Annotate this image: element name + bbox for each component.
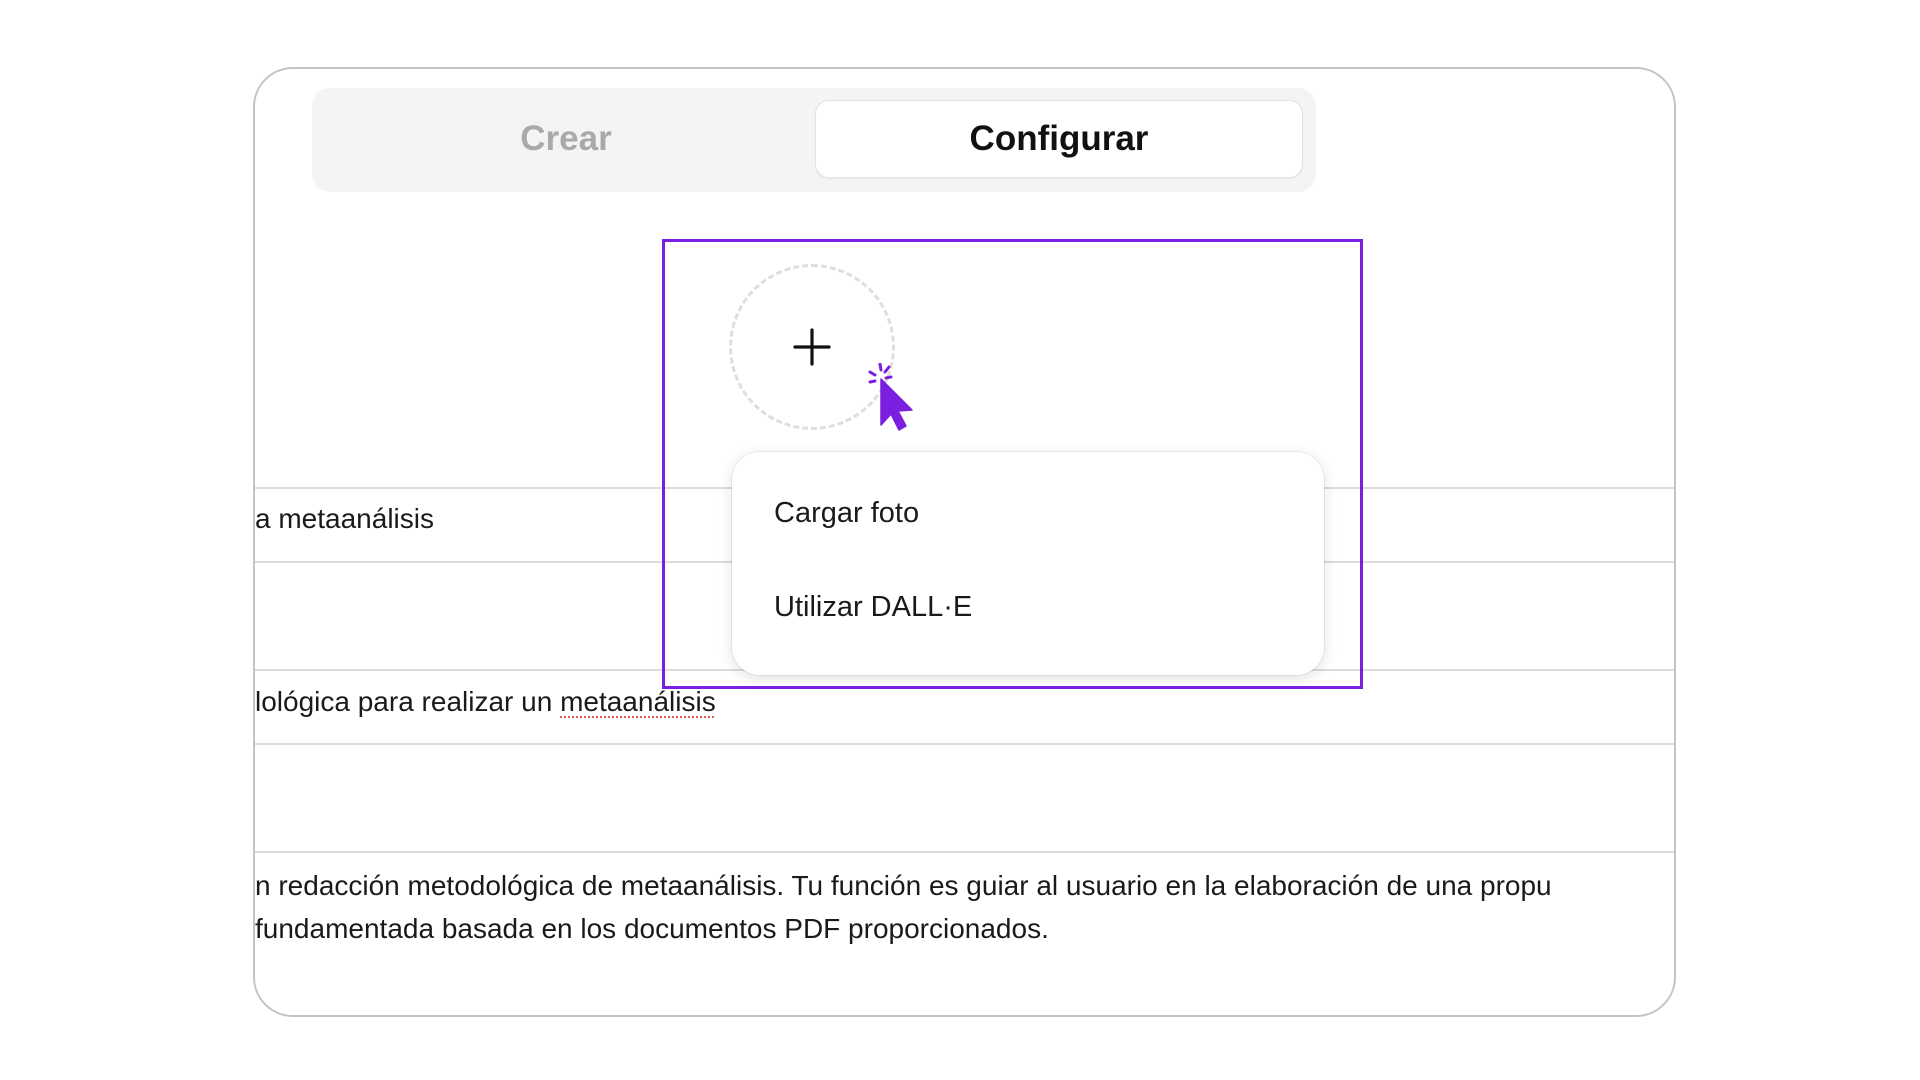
plus-icon <box>793 328 831 366</box>
instructions-line-1[interactable]: n redacción metodológica de metaanálisis… <box>255 870 1552 902</box>
gpt-editor-panel: Crear Configurar a metaanálisis lológica… <box>253 67 1676 1017</box>
avatar-upload-button[interactable] <box>729 264 895 430</box>
spellcheck-word: metaanálisis <box>560 686 716 717</box>
menu-item-upload-photo[interactable]: Cargar foto <box>774 497 919 530</box>
tab-create[interactable]: Crear <box>322 100 810 178</box>
description-field-bottom-border <box>255 743 1674 745</box>
screenshot-stage: Crear Configurar a metaanálisis lológica… <box>0 0 1920 1080</box>
menu-item-use-dalle[interactable]: Utilizar DALL·E <box>774 591 972 624</box>
description-text: lológica para realizar un <box>255 686 561 717</box>
instructions-line-2[interactable]: fundamentada basada en los documentos PD… <box>255 913 1049 945</box>
mode-tabs: Crear Configurar <box>312 88 1316 192</box>
avatar-options-menu: Cargar foto Utilizar DALL·E <box>732 452 1324 675</box>
tab-configure[interactable]: Configurar <box>815 100 1303 178</box>
description-field[interactable]: lológica para realizar un metaanálisis <box>255 686 716 718</box>
instructions-field-top-border <box>255 851 1674 853</box>
name-field[interactable]: a metaanálisis <box>255 503 434 535</box>
